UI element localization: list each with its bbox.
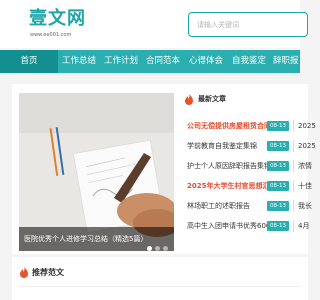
recommend-section: 推荐范文 <box>12 257 308 300</box>
article-title[interactable]: 公司无偿提供房屋租赁合同 <box>187 120 271 132</box>
banner-caption-bar: 医院优秀个人进修学习总结（精选5篇） <box>19 227 174 251</box>
nav-work-plan[interactable]: 工作计划 <box>100 50 142 73</box>
nav-resignation[interactable]: 辞职报 <box>270 50 310 73</box>
article-title[interactable]: 2025 <box>298 120 320 132</box>
site-logo[interactable]: 壹文网 <box>29 8 86 30</box>
article-date: 08-13 <box>267 141 289 151</box>
banner-slider[interactable]: 医院优秀个人进修学习总结（精选5篇） <box>19 93 174 251</box>
article-title[interactable]: 2025 <box>298 140 320 152</box>
list-item[interactable]: 学前教育自我鉴定集锦 08-13 2025 <box>180 140 316 152</box>
article-title[interactable]: 护士个人原因辞职报告集锦 <box>187 160 271 172</box>
article-date: 08-13 <box>267 221 289 231</box>
article-title[interactable]: 十佳 <box>298 180 320 192</box>
list-item[interactable]: 公司无偿提供房屋租赁合同 08-13 2025 <box>180 120 316 132</box>
nav-home[interactable]: 首页 <box>0 50 58 73</box>
flame-icon <box>20 266 28 278</box>
nav-self-appraisal[interactable]: 自我鉴定 <box>228 50 270 73</box>
article-date: 08-13 <box>267 201 289 211</box>
search-box <box>188 12 308 37</box>
divider <box>293 220 294 232</box>
article-title[interactable]: 学前教育自我鉴定集锦 <box>187 140 257 152</box>
list-item[interactable]: 2025年大学生村官思想汇报 08-13 十佳 <box>180 180 312 192</box>
divider <box>293 160 294 172</box>
article-title[interactable]: 4月 <box>298 220 320 232</box>
recommend-title: 推荐范文 <box>32 268 64 277</box>
list-item[interactable]: 林场职工的述职报告 08-13 我长 <box>180 200 312 212</box>
article-title[interactable]: 高中生入团申请书优秀600 <box>187 220 270 232</box>
nav-work-summary[interactable]: 工作总结 <box>58 50 100 73</box>
nav-contract[interactable]: 合同范本 <box>142 50 184 73</box>
search-input[interactable] <box>197 18 297 32</box>
article-title[interactable]: 我长 <box>298 200 320 212</box>
divider <box>293 180 294 192</box>
latest-articles: 最新文章 公司无偿提供房屋租赁合同 08-13 2025 学前教育自我鉴定集锦 … <box>180 84 316 254</box>
article-title[interactable]: 浓情 <box>298 160 320 172</box>
article-date: 08-13 <box>267 121 289 131</box>
flame-icon <box>185 93 193 105</box>
list-item[interactable]: 高中生入团申请书优秀600 08-13 4月 <box>180 220 309 232</box>
site-header: 壹文网 www.ee001.com <box>0 0 308 48</box>
slider-dot[interactable] <box>147 246 152 251</box>
divider <box>293 120 294 132</box>
slider-dots <box>144 236 168 251</box>
divider <box>293 200 294 212</box>
article-title[interactable]: 2025年大学生村官思想汇报 <box>187 180 276 192</box>
banner-caption[interactable]: 医院优秀个人进修学习总结（精选5篇） <box>24 233 147 245</box>
article-date: 08-13 <box>267 161 289 171</box>
list-item[interactable]: 护士个人原因辞职报告集锦 08-13 浓情 <box>180 160 312 172</box>
content-panel: 医院优秀个人进修学习总结（精选5篇） 最新文章 公司无偿提供房屋租赁合同 08-… <box>12 84 316 254</box>
divider <box>293 140 294 152</box>
divider <box>19 286 301 287</box>
nav-experience[interactable]: 心得体会 <box>185 50 227 73</box>
site-url: www.ee001.com <box>30 32 72 38</box>
article-date: 08-13 <box>267 181 289 191</box>
main-nav: 首页 工作总结 工作计划 合同范本 心得体会 自我鉴定 辞职报 <box>0 50 300 73</box>
article-title[interactable]: 林场职工的述职报告 <box>187 200 250 212</box>
latest-title: 最新文章 <box>198 95 226 103</box>
slider-dot[interactable] <box>163 246 168 251</box>
slider-dot[interactable] <box>155 246 160 251</box>
